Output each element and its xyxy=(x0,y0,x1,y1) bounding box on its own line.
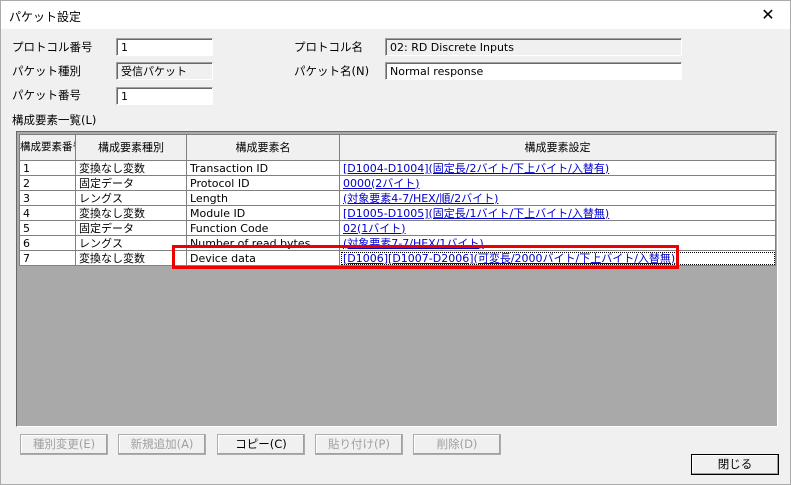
cell-setting-link[interactable]: 02(1バイト) xyxy=(339,220,776,236)
change-type-button[interactable]: 種別変更(E) xyxy=(20,434,108,455)
element-grid[interactable]: 構成要素番号 構成要素種別 構成要素名 構成要素設定 1 変換なし変数 Tran… xyxy=(16,131,778,427)
cell-setting-link[interactable]: [D1006][D1007-D2006](可変長/2000バイト/下上バイト/入… xyxy=(339,250,776,266)
element-list-label: 構成要素一覧(L) xyxy=(12,113,97,127)
column-header-name[interactable]: 構成要素名 xyxy=(186,134,340,161)
cell-name: Device data xyxy=(186,250,340,266)
cell-type: 固定データ xyxy=(75,220,187,236)
cell-number: 2 xyxy=(19,175,76,191)
cell-setting-link[interactable]: 0000(2バイト) xyxy=(339,175,776,191)
copy-button[interactable]: コピー(C) xyxy=(217,434,305,455)
close-button[interactable]: 閉じる xyxy=(691,454,779,475)
packet-type-field: 受信パケット xyxy=(116,62,213,80)
cell-name: Protocol ID xyxy=(186,175,340,191)
column-header-number[interactable]: 構成要素番号 xyxy=(19,134,76,161)
table-row[interactable]: 2 固定データ Protocol ID 0000(2バイト) xyxy=(19,175,776,191)
cell-name: Transaction ID xyxy=(186,160,340,176)
cell-type: 変換なし変数 xyxy=(75,160,187,176)
packet-name-input[interactable]: Normal response xyxy=(385,62,682,80)
cell-type: 変換なし変数 xyxy=(75,205,187,221)
protocol-number-label: プロトコル番号 xyxy=(12,40,93,54)
delete-button[interactable]: 削除(D) xyxy=(413,434,501,455)
column-header-type[interactable]: 構成要素種別 xyxy=(75,134,187,161)
cell-number: 3 xyxy=(19,190,76,206)
cell-setting-link[interactable]: [D1005-D1005](固定長/1バイト/下上バイト/入替無) xyxy=(339,205,776,221)
protocol-name-field: 02: RD Discrete Inputs xyxy=(385,38,682,56)
window-title: パケット設定 xyxy=(9,10,82,24)
cell-setting-link[interactable]: (対象要素7-7/HEX/1バイト) xyxy=(339,235,776,251)
table-row[interactable]: 5 固定データ Function Code 02(1バイト) xyxy=(19,220,776,236)
add-new-button[interactable]: 新規追加(A) xyxy=(118,434,206,455)
cell-number: 6 xyxy=(19,235,76,251)
packet-name-label: パケット名(N) xyxy=(294,64,370,78)
cell-number: 5 xyxy=(19,220,76,236)
packet-number-label: パケット番号 xyxy=(12,88,81,102)
cell-type: 変換なし変数 xyxy=(75,250,187,266)
table-header-row: 構成要素番号 構成要素種別 構成要素名 構成要素設定 xyxy=(19,134,776,161)
paste-button[interactable]: 貼り付け(P) xyxy=(315,434,403,455)
cell-setting-link[interactable]: (対象要素4-7/HEX/順/2バイト) xyxy=(339,190,776,206)
cell-name: Number of read bytes xyxy=(186,235,340,251)
table-row[interactable]: 4 変換なし変数 Module ID [D1005-D1005](固定長/1バイ… xyxy=(19,205,776,221)
cell-type: レングス xyxy=(75,190,187,206)
packet-type-label: パケット種別 xyxy=(12,64,81,78)
packet-number-field: 1 xyxy=(116,87,213,105)
column-header-setting[interactable]: 構成要素設定 xyxy=(339,134,776,161)
title-bar: パケット設定 ✕ xyxy=(1,1,790,29)
protocol-number-field: 1 xyxy=(116,38,213,56)
cell-name: Function Code xyxy=(186,220,340,236)
element-table: 構成要素番号 構成要素種別 構成要素名 構成要素設定 1 変換なし変数 Tran… xyxy=(19,134,776,266)
close-icon[interactable]: ✕ xyxy=(746,1,790,29)
table-row-selected[interactable]: 7 変換なし変数 Device data [D1006][D1007-D2006… xyxy=(19,250,776,266)
protocol-name-label: プロトコル名 xyxy=(294,40,363,54)
cell-setting-link[interactable]: [D1004-D1004](固定長/2バイト/下上バイト/入替有) xyxy=(339,160,776,176)
cell-number: 1 xyxy=(19,160,76,176)
cell-name: Length xyxy=(186,190,340,206)
table-row[interactable]: 3 レングス Length (対象要素4-7/HEX/順/2バイト) xyxy=(19,190,776,206)
cell-name: Module ID xyxy=(186,205,340,221)
table-row[interactable]: 1 変換なし変数 Transaction ID [D1004-D1004](固定… xyxy=(19,160,776,176)
cell-type: 固定データ xyxy=(75,175,187,191)
cell-type: レングス xyxy=(75,235,187,251)
packet-settings-dialog: パケット設定 ✕ プロトコル番号 1 パケット種別 受信パケット パケット番号 … xyxy=(0,0,791,485)
cell-number: 4 xyxy=(19,205,76,221)
table-row[interactable]: 6 レングス Number of read bytes (対象要素7-7/HEX… xyxy=(19,235,776,251)
cell-number: 7 xyxy=(19,250,76,266)
